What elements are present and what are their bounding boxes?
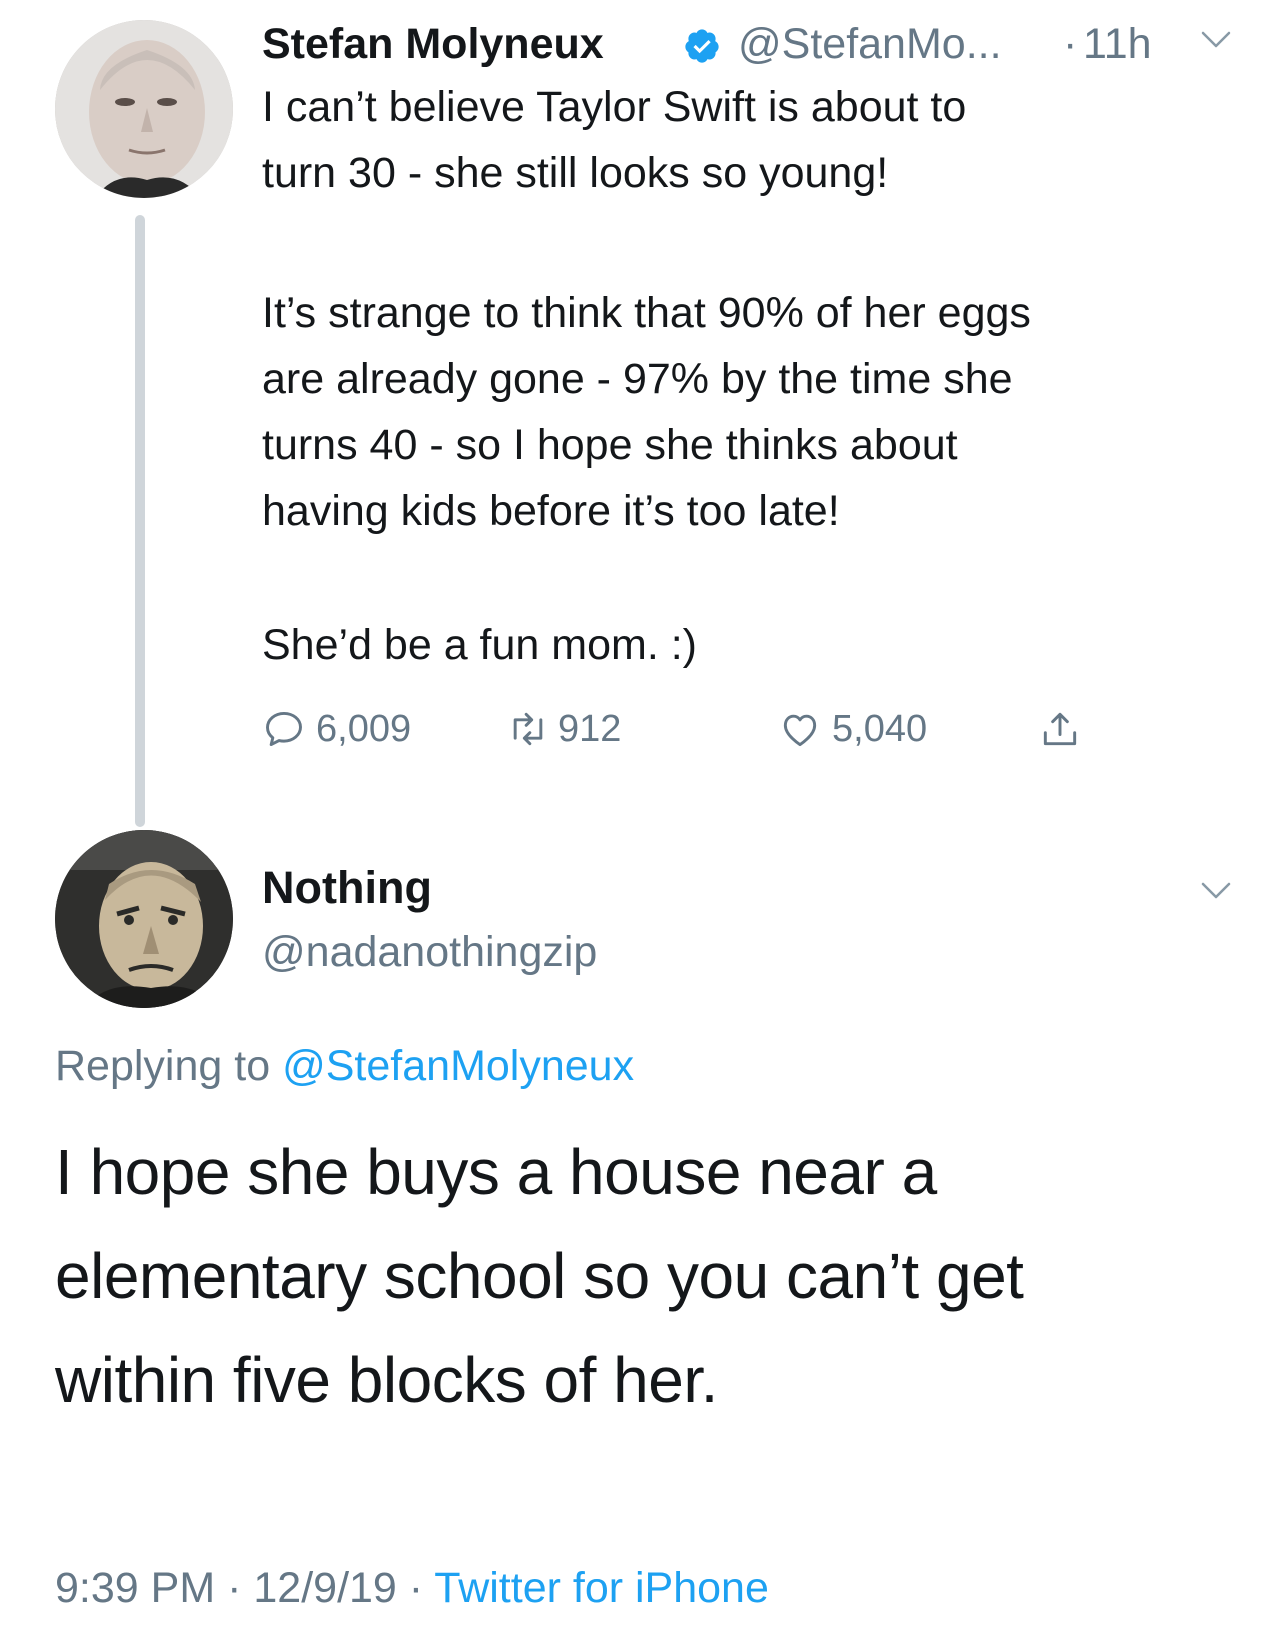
tweet-text-line: are already gone - 97% by the time she: [262, 355, 1013, 403]
reply-time[interactable]: 9:39 PM: [55, 1564, 215, 1612]
reply-icon: [266, 711, 302, 747]
reply-date[interactable]: 12/9/19: [253, 1564, 396, 1612]
like-count: 5,040: [832, 708, 928, 750]
avatar-comic-portrait-image: [55, 830, 233, 1008]
tweet-text-line: I can’t believe Taylor Swift is about to: [262, 83, 967, 131]
tweet-footer-meta: 9:39 PM · 12/9/19 · Twitter for iPhone: [55, 1560, 769, 1616]
retweet-icon: [513, 712, 543, 746]
like-action-button[interactable]: 5,040: [778, 706, 958, 752]
tweet-text-line: turn 30 - she still looks so young!: [262, 149, 889, 197]
retweet-action-button[interactable]: 912: [506, 706, 666, 752]
avatar-nothing[interactable]: [55, 830, 233, 1008]
meta-separator: ·: [408, 1564, 424, 1612]
tweet-source-link[interactable]: Twitter for iPhone: [434, 1564, 769, 1612]
reply-author-handle[interactable]: @nadanothingzip: [262, 924, 597, 980]
reply-text-line: within five blocks of her.: [55, 1344, 718, 1416]
meta-separator: ·: [1063, 20, 1078, 68]
reply-count: 6,009: [316, 708, 412, 750]
author-display-name[interactable]: Stefan Molyneux: [262, 16, 604, 72]
thread-connector-line: [135, 215, 145, 827]
replying-to-prefix: Replying to: [55, 1042, 271, 1090]
share-icon[interactable]: [1038, 707, 1082, 751]
tweet-text-line: She’d be a fun mom. :): [262, 621, 697, 669]
author-handle[interactable]: @StefanMo...: [738, 16, 1002, 72]
tweet-text-line: having kids before it’s too late!: [262, 487, 840, 535]
avatar-stefan-molyneux[interactable]: [55, 20, 233, 198]
chevron-down-icon[interactable]: [1200, 880, 1232, 902]
reply-action-button[interactable]: 6,009: [262, 706, 442, 752]
retweet-count: 912: [558, 708, 622, 750]
verified-badge-icon: [685, 29, 719, 63]
meta-separator: ·: [227, 1564, 242, 1612]
like-icon: [783, 714, 817, 747]
replying-to-line: Replying to @StefanMolyneux: [55, 1038, 634, 1094]
avatar-portrait-image: [55, 20, 233, 198]
replying-to-handle-link[interactable]: @StefanMolyneux: [282, 1042, 634, 1090]
tweet-text-line: turns 40 - so I hope she thinks about: [262, 421, 958, 469]
tweet-timestamp[interactable]: 11h: [1083, 16, 1152, 72]
reply-text-line: I hope she buys a house near a: [55, 1136, 937, 1208]
reply-text-line: elementary school so you can’t get: [55, 1240, 1024, 1312]
tweet-text-line: It’s strange to think that 90% of her eg…: [262, 289, 1031, 337]
chevron-down-icon[interactable]: [1200, 29, 1232, 51]
reply-author-display-name[interactable]: Nothing: [262, 860, 432, 916]
